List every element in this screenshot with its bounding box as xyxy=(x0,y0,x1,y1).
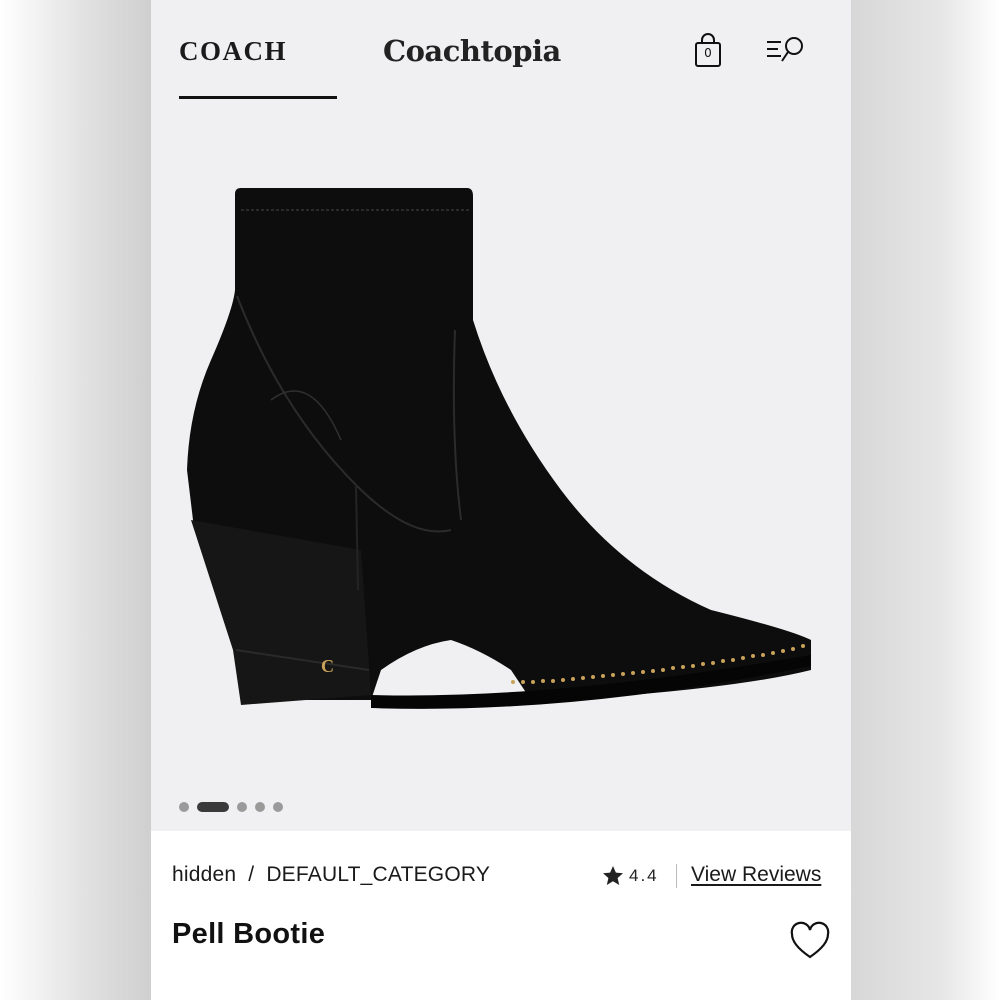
app-screen: COACH Coachtopia 0 C hidden / DEFAULT_CA… xyxy=(151,0,851,1000)
active-tab-indicator xyxy=(179,96,337,99)
bag-count-badge: 0 xyxy=(704,46,712,60)
brand-tab-coachtopia[interactable]: Coachtopia xyxy=(383,34,561,68)
gallery-dot[interactable] xyxy=(255,802,265,812)
breadcrumb: hidden / DEFAULT_CATEGORY xyxy=(172,863,490,887)
breadcrumb-separator: / xyxy=(248,863,255,886)
menu-search-icon[interactable] xyxy=(765,34,809,66)
gallery-dot[interactable] xyxy=(237,802,247,812)
star-icon xyxy=(603,866,623,885)
product-title: Pell Bootie xyxy=(172,918,326,950)
rating-value: 4.4 xyxy=(629,866,659,885)
product-info: hidden / DEFAULT_CATEGORY 4.4 View Reviews… xyxy=(151,831,851,1000)
backdrop-right xyxy=(851,0,1000,1000)
gallery-dot-active[interactable] xyxy=(197,802,229,812)
divider xyxy=(676,864,677,888)
product-image[interactable]: C xyxy=(151,110,851,830)
top-nav: COACH Coachtopia 0 xyxy=(151,0,851,110)
breadcrumb-item[interactable]: hidden xyxy=(172,863,236,887)
backdrop-left xyxy=(0,0,151,1000)
breadcrumb-item[interactable]: DEFAULT_CATEGORY xyxy=(266,863,490,887)
brand-tab-coach[interactable]: COACH xyxy=(179,36,287,67)
shopping-bag-icon[interactable]: 0 xyxy=(693,33,723,69)
view-reviews-link[interactable]: View Reviews xyxy=(691,863,821,887)
wishlist-heart-icon[interactable] xyxy=(789,921,831,961)
gallery-dot[interactable] xyxy=(179,802,189,812)
svg-text:C: C xyxy=(321,656,334,676)
gallery-dot[interactable] xyxy=(273,802,283,812)
